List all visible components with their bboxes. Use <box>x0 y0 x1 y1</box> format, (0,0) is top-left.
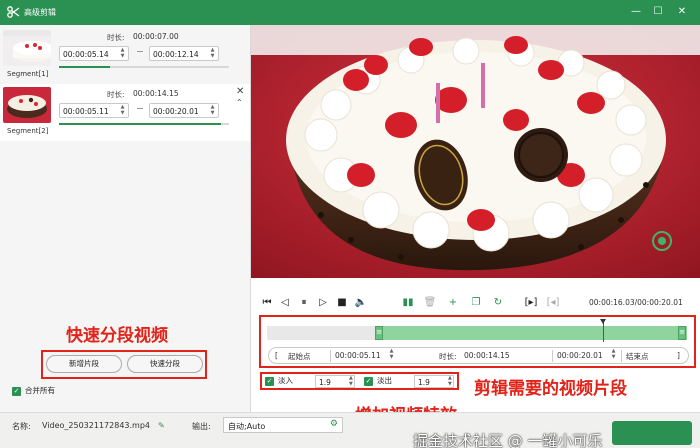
output-path-value: 自动;Auto <box>228 422 266 431</box>
step-back-icon[interactable]: ◁ <box>278 296 292 310</box>
segment-end-input[interactable]: 00:00:12.14 ▲ ▼ <box>149 46 219 61</box>
window-title: 高级剪辑 <box>24 8 56 17</box>
spin-arrows-icon[interactable]: ▲ ▼ <box>209 47 216 59</box>
annotation-quick-split: 快速分段视频 <box>66 326 168 346</box>
segment-start-input[interactable]: 00:00:05.11 ▲ ▼ <box>59 103 129 118</box>
confirm-button[interactable] <box>612 421 692 445</box>
annotation-box-effects <box>260 372 459 390</box>
segment-label: Segment[2] <box>7 127 49 135</box>
segment-end-value: 00:00:12.14 <box>153 49 199 59</box>
edit-name-icon[interactable]: ✎ <box>158 421 165 430</box>
skip-to-start-icon[interactable]: ⏮ <box>260 296 274 310</box>
timecode-display: 00:00:16.03/00:00:20.01 <box>589 298 683 307</box>
segment-item[interactable]: Segment[1] 时长: 00:00:07.00 00:00:05.14 ▲… <box>0 27 250 84</box>
segment-end-input[interactable]: 00:00:20.01 ▲ ▼ <box>149 103 219 118</box>
watermark-logo-icon <box>652 231 672 251</box>
settings-gear-icon[interactable]: ⚙ <box>330 419 338 429</box>
quick-split-button[interactable]: 快速分段 <box>127 355 203 373</box>
segment-duration: 00:00:14.15 <box>133 89 179 98</box>
name-label: 名称: <box>12 422 31 431</box>
app-logo-icon <box>7 6 20 18</box>
footer-bar: 名称: Video_250321172843.mp4 ✎ 输出: 自动;Auto… <box>0 412 700 448</box>
output-label: 输出: <box>192 422 211 431</box>
stop-icon[interactable]: ■ <box>335 296 349 310</box>
volume-icon[interactable]: 🔈 <box>354 296 368 310</box>
watermark-text: 掘金技术社区 @ 一罐小可乐 <box>413 432 603 448</box>
spin-arrows-icon[interactable]: ▲ ▼ <box>119 47 126 59</box>
maximize-button[interactable]: ☐ <box>650 4 666 20</box>
close-button[interactable]: ✕ <box>674 4 690 20</box>
segment-thumbnail <box>3 30 51 66</box>
segment-progress <box>59 66 229 68</box>
segment-thumbnail <box>3 87 51 123</box>
title-bar: 高级剪辑 — ☐ ✕ <box>0 0 700 25</box>
step-forward-icon[interactable]: ▷ <box>316 296 330 310</box>
segment-start-value: 00:00:05.14 <box>63 49 109 59</box>
segment-item[interactable]: Segment[2] 时长: 00:00:14.15 00:00:05.11 ▲… <box>0 84 250 141</box>
add-segment-button[interactable]: 新增片段 <box>46 355 122 373</box>
segment-start-input[interactable]: 00:00:05.14 ▲ ▼ <box>59 46 129 61</box>
split-clip-icon[interactable]: ▮▮ <box>401 296 415 310</box>
range-separator <box>137 108 143 109</box>
video-preview <box>251 25 700 278</box>
set-out-point-icon[interactable]: [◂] <box>546 296 560 310</box>
file-name-field[interactable]: Video_250321172843.mp4 <box>42 421 150 430</box>
output-path-field[interactable]: 自动;Auto ⚙ <box>223 417 343 433</box>
merge-all-label: 合并所有 <box>25 386 55 395</box>
video-frame <box>251 25 700 278</box>
add-icon[interactable]: + <box>446 296 460 310</box>
segment-duration: 00:00:07.00 <box>133 32 179 41</box>
range-separator <box>137 51 143 52</box>
duration-label: 时长: <box>107 33 125 42</box>
remove-segment-icon[interactable]: ✕ <box>236 86 244 97</box>
segment-progress-fill <box>59 66 110 68</box>
segment-label: Segment[1] <box>7 70 49 78</box>
spin-arrows-icon[interactable]: ▲ ▼ <box>119 104 126 116</box>
segment-end-value: 00:00:20.01 <box>153 106 199 116</box>
copy-icon[interactable]: ❐ <box>469 296 483 310</box>
minimize-button[interactable]: — <box>628 4 644 20</box>
move-up-icon[interactable]: ⌃ <box>236 98 243 107</box>
duration-label: 时长: <box>107 90 125 99</box>
set-in-point-icon[interactable]: [▸] <box>524 296 538 310</box>
segment-progress-fill <box>59 123 221 125</box>
pause-icon[interactable]: ⏸ <box>297 296 311 310</box>
checkbox-checked-icon: ✓ <box>12 386 21 396</box>
delete-icon[interactable]: 🗑 <box>423 296 437 310</box>
merge-all-checkbox[interactable]: ✓ 合并所有 <box>12 385 55 396</box>
reset-icon[interactable]: ↻ <box>491 296 505 310</box>
annotation-box-clip-range <box>259 315 696 368</box>
player-controls: ⏮ ◁ ⏸ ▷ ■ 🔈 ▮▮ 🗑 + ❐ ↻ [▸] [◂] 00:00:16.… <box>251 293 700 313</box>
annotation-clip-needed: 剪辑需要的视频片段 <box>474 379 627 399</box>
spin-arrows-icon[interactable]: ▲ ▼ <box>209 104 216 116</box>
segment-progress <box>59 123 229 125</box>
segment-start-value: 00:00:05.11 <box>63 106 109 116</box>
